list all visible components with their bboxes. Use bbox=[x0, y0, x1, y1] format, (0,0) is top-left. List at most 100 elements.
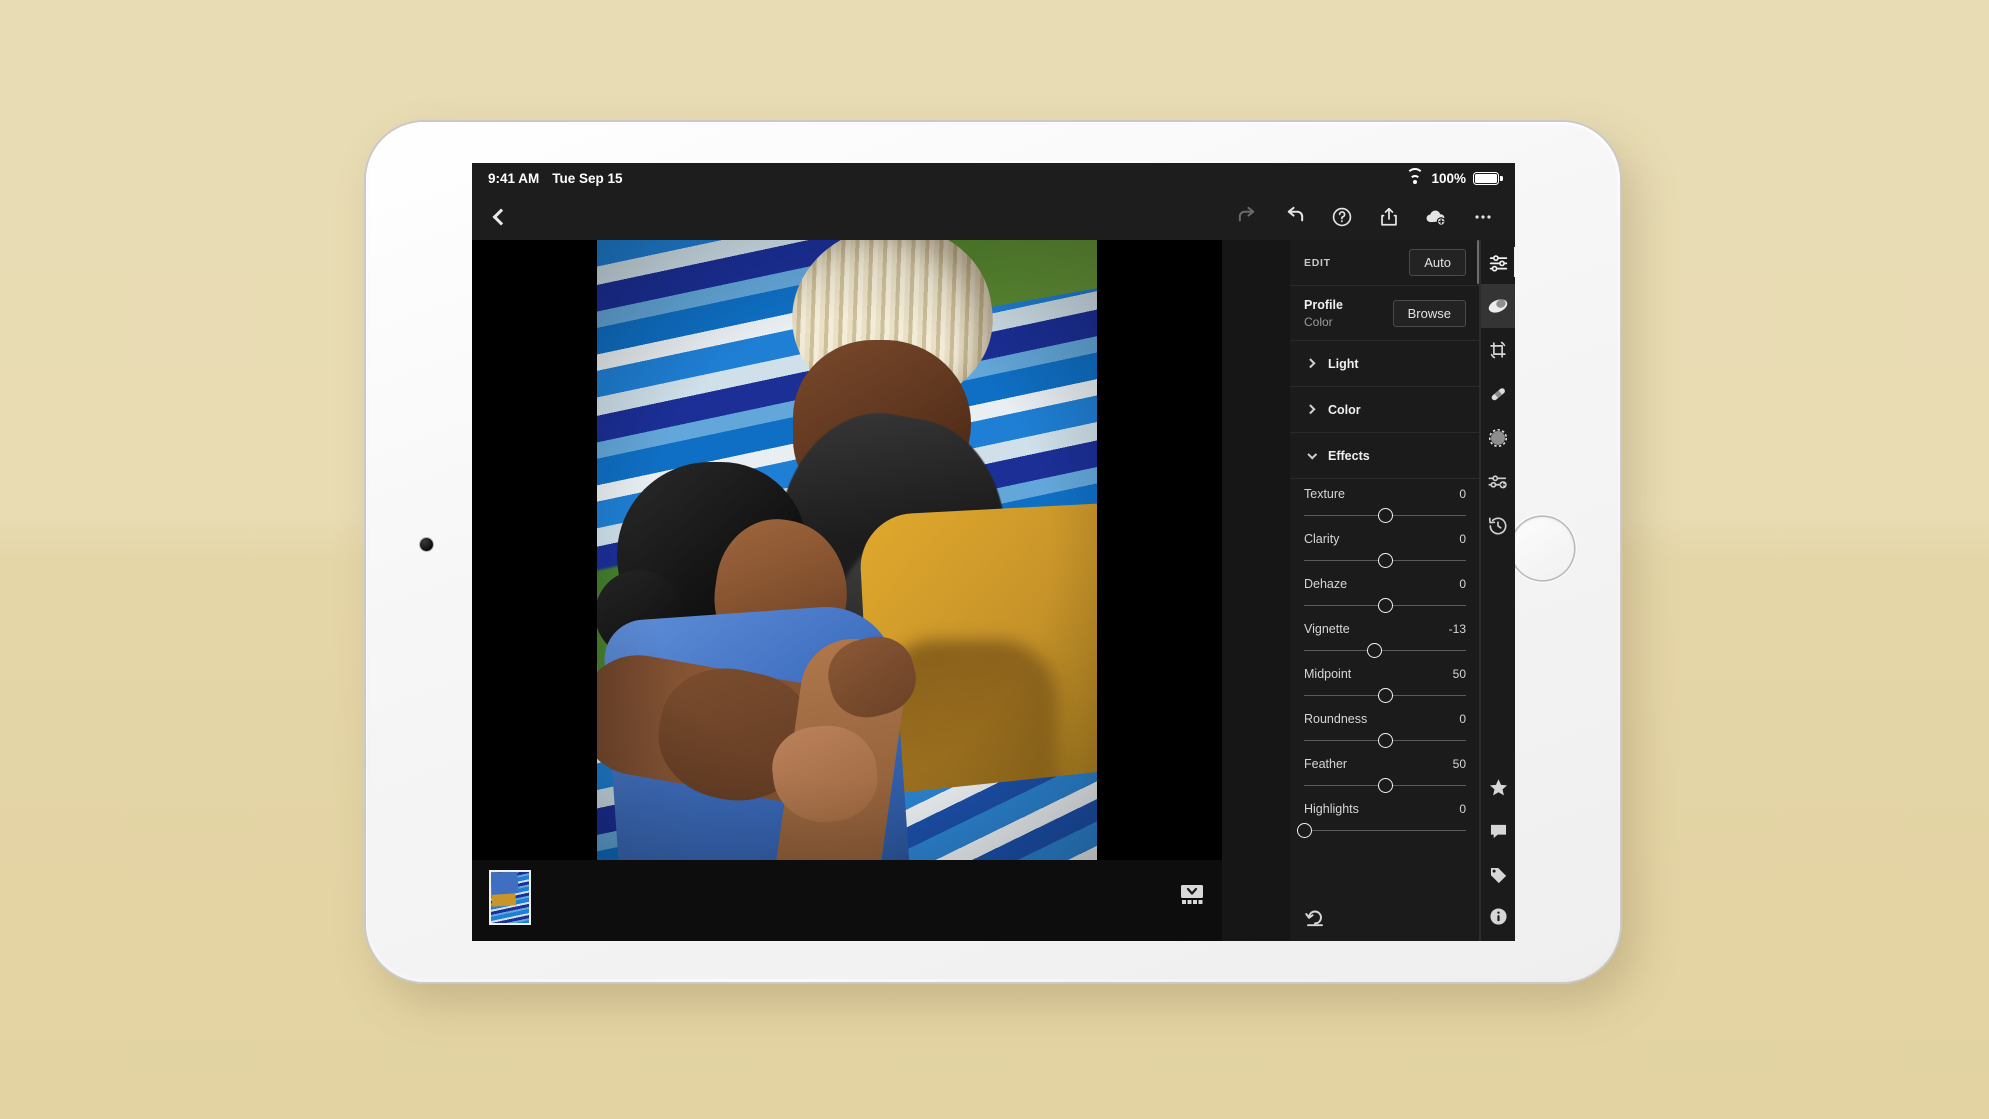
redo-icon bbox=[1238, 206, 1255, 222]
slider-handle[interactable] bbox=[1377, 778, 1393, 793]
photo-thumbnail[interactable] bbox=[489, 870, 531, 925]
ipad-screen: 9:41 AM Tue Sep 15 100% EDIT Auto Profil… bbox=[472, 163, 1515, 941]
help-button[interactable] bbox=[1329, 204, 1354, 229]
slider-roundness: Roundness 0 bbox=[1290, 712, 1480, 754]
home-button[interactable] bbox=[1511, 517, 1574, 580]
chevron-down-icon bbox=[1304, 449, 1320, 459]
slider-value: 0 bbox=[1459, 487, 1466, 501]
undo-icon bbox=[1287, 206, 1304, 222]
edit-header-row: EDIT Auto bbox=[1290, 240, 1480, 286]
filmstrip bbox=[472, 860, 1222, 941]
slider-control[interactable] bbox=[1304, 548, 1466, 574]
browse-profiles-button[interactable]: Browse bbox=[1392, 299, 1466, 327]
healing-brush-icon bbox=[1491, 388, 1505, 401]
status-date: Tue Sep 15 bbox=[552, 170, 623, 186]
share-button[interactable] bbox=[1376, 204, 1401, 229]
radial-tool[interactable] bbox=[1481, 416, 1516, 460]
masking-tool[interactable] bbox=[1480, 284, 1515, 328]
sliders-icon bbox=[1489, 254, 1507, 272]
profile-value: Color bbox=[1304, 314, 1333, 329]
top-toolbar bbox=[472, 193, 1515, 240]
slider-handle[interactable] bbox=[1377, 553, 1393, 568]
filmstrip-collapse-button[interactable] bbox=[1177, 882, 1207, 907]
slider-label: Clarity bbox=[1304, 532, 1340, 546]
slider-control[interactable] bbox=[1304, 683, 1466, 709]
section-light-label: Light bbox=[1328, 356, 1359, 371]
back-button[interactable] bbox=[472, 193, 526, 240]
presets-tool[interactable] bbox=[1481, 460, 1516, 504]
slider-control[interactable] bbox=[1304, 773, 1466, 799]
chevron-left-icon bbox=[492, 208, 510, 225]
tag-icon bbox=[1490, 867, 1506, 883]
keywords-button[interactable] bbox=[1481, 853, 1516, 897]
slider-control[interactable] bbox=[1296, 818, 1466, 844]
auto-button[interactable]: Auto bbox=[1409, 249, 1466, 276]
cloud-sync-button[interactable] bbox=[1423, 204, 1448, 229]
section-color[interactable]: Color bbox=[1290, 387, 1480, 433]
panel-scrollbar[interactable] bbox=[1477, 240, 1479, 284]
masking-oval-icon bbox=[1488, 299, 1508, 313]
slider-control[interactable] bbox=[1304, 503, 1466, 529]
comment-bubble-icon bbox=[1490, 824, 1506, 838]
presets-icon bbox=[1488, 475, 1507, 489]
reset-revert-icon bbox=[1305, 910, 1323, 927]
rating-button[interactable] bbox=[1481, 765, 1516, 809]
slider-handle[interactable] bbox=[1377, 733, 1393, 748]
crop-tool[interactable] bbox=[1481, 328, 1516, 372]
crop-rotate-icon bbox=[1490, 341, 1506, 359]
slider-value: 0 bbox=[1459, 577, 1466, 591]
effects-sliders: Texture 0 Clarity 0 Dehaze 0 Vignette -13 Midpoi… bbox=[1290, 479, 1480, 844]
status-time: 9:41 AM bbox=[488, 170, 540, 186]
redo-button[interactable] bbox=[1235, 204, 1260, 229]
comments-button[interactable] bbox=[1481, 809, 1516, 853]
healing-tool[interactable] bbox=[1481, 372, 1516, 416]
slider-control[interactable] bbox=[1304, 728, 1466, 754]
slider-feather: Feather 50 bbox=[1290, 757, 1480, 799]
chevron-right-icon bbox=[1304, 358, 1320, 369]
slider-value: -13 bbox=[1448, 622, 1466, 636]
battery-percent: 100% bbox=[1431, 170, 1466, 186]
edited-photo bbox=[597, 240, 1097, 860]
section-light[interactable]: Light bbox=[1290, 341, 1480, 387]
slider-label: Dehaze bbox=[1304, 577, 1348, 591]
edit-tool[interactable] bbox=[1481, 240, 1515, 284]
slider-value: 0 bbox=[1459, 802, 1466, 816]
ipad-device: 9:41 AM Tue Sep 15 100% EDIT Auto Profil… bbox=[366, 122, 1620, 982]
ellipsis-icon bbox=[1474, 214, 1491, 219]
slider-midpoint: Midpoint 50 bbox=[1290, 667, 1480, 709]
slider-handle[interactable] bbox=[1377, 688, 1393, 703]
slider-label: Roundness bbox=[1304, 712, 1368, 726]
section-effects[interactable]: Effects bbox=[1290, 433, 1480, 479]
slider-handle[interactable] bbox=[1377, 508, 1393, 523]
slider-control[interactable] bbox=[1304, 593, 1466, 619]
more-options-button[interactable] bbox=[1470, 204, 1495, 229]
radial-selection-icon bbox=[1488, 428, 1508, 448]
slider-handle[interactable] bbox=[1377, 598, 1393, 613]
slider-label: Texture bbox=[1304, 487, 1345, 501]
photo-canvas[interactable] bbox=[472, 240, 1222, 860]
profile-row: Profile Color Browse bbox=[1290, 286, 1480, 341]
slider-label: Highlights bbox=[1304, 802, 1359, 816]
slider-highlights: Highlights 0 bbox=[1290, 802, 1480, 844]
slider-vignette: Vignette -13 bbox=[1290, 622, 1480, 664]
battery-full-icon bbox=[1473, 171, 1503, 185]
info-button[interactable] bbox=[1481, 897, 1516, 941]
slider-texture: Texture 0 bbox=[1290, 487, 1480, 529]
undo-button[interactable] bbox=[1282, 204, 1307, 229]
reset-button[interactable] bbox=[1304, 906, 1328, 928]
slider-label: Vignette bbox=[1304, 622, 1350, 636]
edit-label: EDIT bbox=[1304, 256, 1331, 269]
slider-value: 0 bbox=[1459, 532, 1466, 546]
slider-control[interactable] bbox=[1304, 638, 1466, 664]
versions-tool[interactable] bbox=[1481, 504, 1516, 548]
profile-label: Profile bbox=[1304, 297, 1343, 312]
history-clock-icon bbox=[1488, 517, 1507, 535]
slider-handle[interactable] bbox=[1296, 823, 1312, 838]
chevron-right-icon bbox=[1304, 404, 1320, 415]
slider-value: 50 bbox=[1452, 667, 1466, 681]
tool-rail bbox=[1480, 240, 1515, 941]
status-bar: 9:41 AM Tue Sep 15 100% bbox=[472, 163, 1515, 193]
star-icon bbox=[1489, 778, 1507, 795]
filmstrip-collapse-icon bbox=[1181, 885, 1203, 904]
slider-handle[interactable] bbox=[1366, 643, 1382, 658]
